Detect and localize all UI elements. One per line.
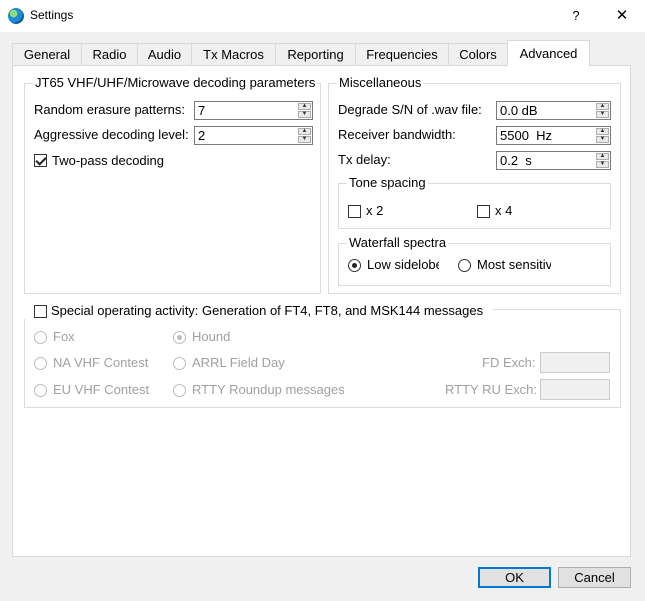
title-bar: Settings ? ✕ <box>0 0 645 32</box>
special-activity-group: Special operating activity: Generation o… <box>23 301 621 408</box>
jt65-group-title: JT65 VHF/UHF/Microwave decoding paramete… <box>33 75 318 91</box>
txdelay-label: Tx delay: <box>338 152 391 167</box>
spin-down-icon[interactable]: ▼ <box>298 136 311 143</box>
bandwidth-spinbox[interactable]: 5500 Hz ▲ ▼ <box>496 126 611 145</box>
arrl-fd-radio[interactable] <box>173 357 186 370</box>
settings-dialog: Settings ? ✕ General Radio Audio Tx Macr… <box>0 0 645 601</box>
tab-radio[interactable]: Radio <box>81 43 138 65</box>
x2-checkbox[interactable] <box>348 205 361 218</box>
window-title: Settings <box>30 8 74 22</box>
spin-down-icon[interactable]: ▼ <box>596 161 609 168</box>
tab-reporting[interactable]: Reporting <box>275 43 356 65</box>
hound-label: Hound <box>192 329 231 344</box>
rtty-ru-radio[interactable] <box>173 384 186 397</box>
bandwidth-value: 5500 Hz <box>500 128 553 143</box>
most-sensitive-label: Most sensitive <box>477 257 551 272</box>
aggressive-value: 2 <box>198 128 206 143</box>
tab-tx-macros[interactable]: Tx Macros <box>191 43 276 65</box>
rtty-ru-label: RTTY Roundup messages <box>192 382 345 397</box>
close-button[interactable]: ✕ <box>599 0 645 32</box>
waterfall-title: Waterfall spectra <box>347 235 449 251</box>
hound-radio[interactable] <box>173 331 186 344</box>
degrade-value: 0.0 dB <box>500 103 538 118</box>
low-sidelobes-label: Low sidelobes <box>367 257 439 272</box>
tab-frequencies[interactable]: Frequencies <box>355 43 449 65</box>
tone-spacing-group: Tone spacing x 2 x 4 <box>338 175 611 229</box>
x4-checkbox[interactable] <box>477 205 490 218</box>
special-activity-checkbox[interactable] <box>34 305 47 318</box>
help-button[interactable]: ? <box>553 0 599 32</box>
advanced-tab-pane: JT65 VHF/UHF/Microwave decoding paramete… <box>12 65 631 557</box>
spin-up-icon[interactable]: ▲ <box>596 128 609 135</box>
spin-down-icon[interactable]: ▼ <box>596 136 609 143</box>
arrl-fd-label: ARRL Field Day <box>192 355 285 370</box>
tab-colors[interactable]: Colors <box>448 43 508 65</box>
tab-advanced[interactable]: Advanced <box>507 40 590 66</box>
low-sidelobes-radio[interactable] <box>348 259 361 272</box>
cancel-button[interactable]: Cancel <box>558 567 631 588</box>
spin-up-icon[interactable]: ▲ <box>596 103 609 110</box>
na-vhf-radio[interactable] <box>34 357 47 370</box>
misc-group-title: Miscellaneous <box>337 75 424 91</box>
txdelay-value: 0.2 s <box>500 153 532 168</box>
aggressive-label: Aggressive decoding level: <box>34 127 189 142</box>
bandwidth-label: Receiver bandwidth: <box>338 127 456 142</box>
rtty-exch-input[interactable] <box>540 379 610 400</box>
fox-label: Fox <box>53 329 75 344</box>
x4-label: x 4 <box>495 203 513 218</box>
tab-general[interactable]: General <box>12 43 82 65</box>
eu-vhf-label: EU VHF Contest <box>53 382 150 397</box>
aggressive-spinbox[interactable]: 2 ▲ ▼ <box>194 126 313 145</box>
spin-up-icon[interactable]: ▲ <box>596 153 609 160</box>
spin-down-icon[interactable]: ▼ <box>298 111 311 118</box>
txdelay-spinbox[interactable]: 0.2 s ▲ ▼ <box>496 151 611 170</box>
spin-up-icon[interactable]: ▲ <box>298 128 311 135</box>
tab-audio[interactable]: Audio <box>137 43 192 65</box>
fd-exch-label: FD Exch: <box>482 355 536 370</box>
spin-down-icon[interactable]: ▼ <box>596 111 609 118</box>
tone-spacing-title: Tone spacing <box>347 175 428 191</box>
random-erasure-label: Random erasure patterns: <box>34 102 186 117</box>
two-pass-label: Two-pass decoding <box>52 153 165 168</box>
degrade-label: Degrade S/N of .wav file: <box>338 102 482 117</box>
ok-button[interactable]: OK <box>478 567 551 588</box>
app-icon <box>8 8 24 24</box>
na-vhf-label: NA VHF Contest <box>53 355 149 370</box>
degrade-spinbox[interactable]: 0.0 dB ▲ ▼ <box>496 101 611 120</box>
x2-label: x 2 <box>366 203 384 218</box>
eu-vhf-radio[interactable] <box>34 384 47 397</box>
random-erasure-spinbox[interactable]: 7 ▲ ▼ <box>194 101 313 120</box>
rtty-exch-label: RTTY RU Exch: <box>445 382 537 397</box>
most-sensitive-radio[interactable] <box>458 259 471 272</box>
misc-group: Miscellaneous Degrade S/N of .wav file: … <box>328 75 621 294</box>
fd-exch-input[interactable] <box>540 352 610 373</box>
fox-radio[interactable] <box>34 331 47 344</box>
waterfall-group: Waterfall spectra Low sidelobes Most sen… <box>338 235 611 286</box>
spin-up-icon[interactable]: ▲ <box>298 103 311 110</box>
two-pass-checkbox[interactable] <box>34 154 47 167</box>
special-activity-label: Special operating activity: Generation o… <box>51 303 484 318</box>
jt65-group: JT65 VHF/UHF/Microwave decoding paramete… <box>24 75 321 294</box>
random-erasure-value: 7 <box>198 103 206 118</box>
